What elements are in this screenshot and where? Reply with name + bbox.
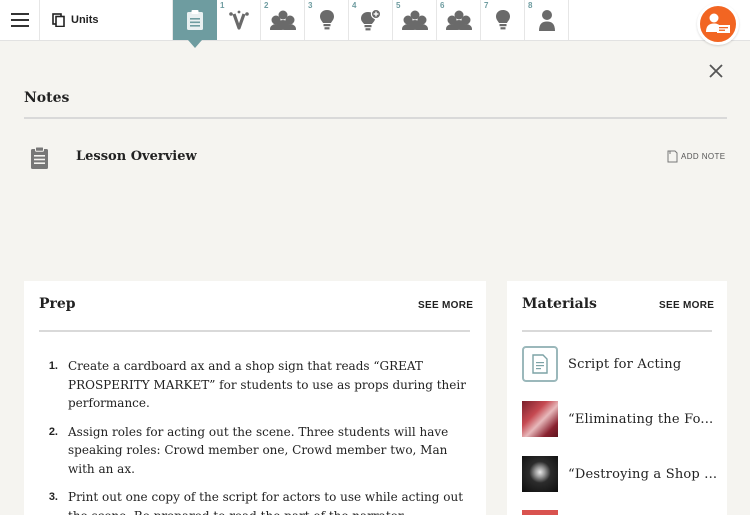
close-button[interactable] <box>706 61 726 81</box>
list-number: 1. <box>48 360 58 372</box>
list-item: 3. Print out one copy of the script for … <box>40 488 470 515</box>
material-label: “Destroying a Shop ... <box>568 466 718 482</box>
material-item[interactable]: “Destroying a Shop ... <box>522 456 722 492</box>
note-add-icon <box>667 150 678 163</box>
list-number: 3. <box>48 491 58 503</box>
divider <box>24 117 727 119</box>
prep-card: Prep SEE MORE 1. Create a cardboard ax a… <box>24 281 486 515</box>
tab-number: 8 <box>528 1 533 10</box>
person-icon <box>538 10 555 31</box>
hamburger-icon <box>10 13 29 27</box>
units-icon <box>52 13 65 27</box>
material-label: “Eliminating the Fo... <box>568 411 714 427</box>
tab-activity-4[interactable]: 4 <box>349 0 393 40</box>
materials-see-more-link[interactable]: SEE MORE <box>659 300 714 311</box>
clipboard-icon <box>187 10 203 30</box>
lightbulb-icon <box>319 10 334 30</box>
menu-button[interactable] <box>0 0 40 40</box>
divider <box>39 330 470 332</box>
list-item: 1. Create a cardboard ax and a shop sign… <box>40 357 470 413</box>
material-thumbnail-image <box>522 401 558 437</box>
list-item: 2. Assign roles for acting out the scene… <box>40 423 470 479</box>
vocabulary-icon <box>228 10 249 30</box>
add-note-button[interactable]: ADD NOTE <box>667 150 726 163</box>
material-label: Script for Acting <box>568 356 682 372</box>
tab-lesson-overview[interactable] <box>173 0 217 48</box>
tab-number: 6 <box>440 1 445 10</box>
prep-see-more-link[interactable]: SEE MORE <box>418 300 473 311</box>
tab-number: 4 <box>352 1 357 10</box>
materials-card: Materials SEE MORE Script for Acting “El… <box>507 281 727 515</box>
divider <box>522 330 712 332</box>
list-item-text: Create a cardboard ax and a shop sign th… <box>68 359 466 410</box>
tab-number: 3 <box>308 1 313 10</box>
close-icon <box>709 64 723 78</box>
tab-number: 5 <box>396 1 401 10</box>
material-item[interactable]: “Eliminating the Fo... <box>522 401 722 437</box>
prep-title: Prep <box>39 296 76 312</box>
notes-heading: Notes <box>24 90 70 106</box>
list-item-text: Print out one copy of the script for act… <box>68 490 464 515</box>
units-button[interactable]: Units <box>40 0 173 40</box>
lesson-overview-title: Lesson Overview <box>76 149 197 164</box>
materials-title: Materials <box>522 296 597 312</box>
top-nav-bar: Units 1 2 3 4 5 6 7 8 <box>0 0 750 48</box>
lightbulb-plus-icon <box>360 9 381 31</box>
material-item[interactable]: Script for Acting <box>522 346 722 382</box>
units-label: Units <box>71 14 99 26</box>
add-note-label: ADD NOTE <box>681 152 726 161</box>
group-icon <box>445 10 472 30</box>
tab-number: 1 <box>220 1 225 10</box>
user-avatar-button[interactable] <box>697 3 739 45</box>
tab-activity-2[interactable]: 2 <box>261 0 305 40</box>
list-number: 2. <box>48 425 58 438</box>
clipboard-icon <box>31 146 48 169</box>
tab-activity-6[interactable]: 6 <box>437 0 481 40</box>
group-icon <box>269 10 296 30</box>
tab-activity-1[interactable]: 1 <box>217 0 261 40</box>
teacher-avatar-icon <box>706 13 730 33</box>
tab-activity-8[interactable]: 8 <box>525 0 569 40</box>
lightbulb-icon <box>495 10 510 30</box>
prep-list: 1. Create a cardboard ax and a shop sign… <box>40 357 470 515</box>
material-thumbnail-image <box>522 510 558 515</box>
tab-activity-3[interactable]: 3 <box>305 0 349 40</box>
tab-number: 2 <box>264 1 269 10</box>
document-icon <box>522 346 558 382</box>
tab-number: 7 <box>484 1 489 10</box>
material-thumbnail-image <box>522 456 558 492</box>
tab-activity-5[interactable]: 5 <box>393 0 437 40</box>
list-item-text: Assign roles for acting out the scene. T… <box>68 424 449 476</box>
group-icon <box>401 10 428 30</box>
tab-activity-7[interactable]: 7 <box>481 0 525 40</box>
